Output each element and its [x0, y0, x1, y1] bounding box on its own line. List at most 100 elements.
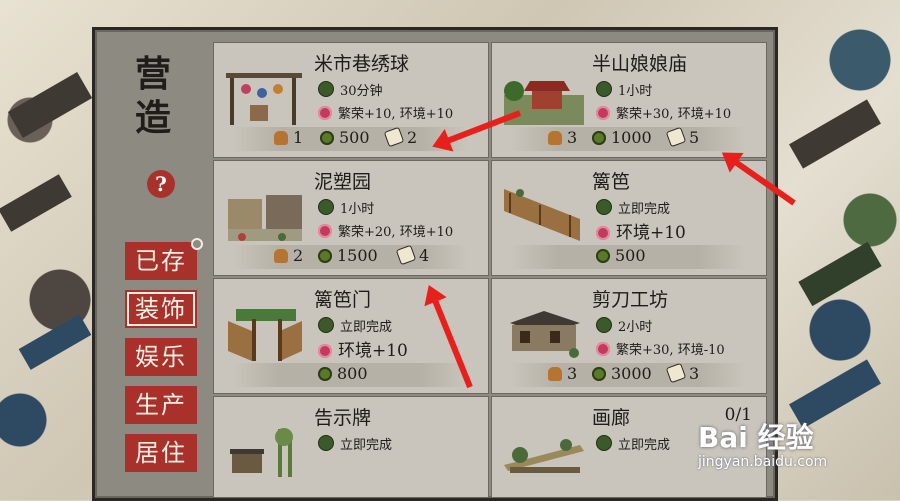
flower-icon [596, 226, 610, 240]
build-time: 1小时 [318, 199, 374, 219]
coin-icon [318, 367, 332, 381]
build-effect-value: 繁荣+30, 环境-10 [616, 343, 725, 358]
coin-icon [318, 249, 332, 263]
build-effect-value: 繁荣+10, 环境+10 [338, 107, 454, 122]
building-card[interactable]: 告示牌 立即完成 [213, 396, 489, 498]
coin-cost-value: 1500 [337, 246, 378, 265]
worker-cost: 2 [274, 245, 303, 267]
building-name: 告示牌 [314, 407, 372, 429]
clock-icon [596, 81, 612, 97]
flower-icon [318, 106, 332, 120]
build-effect: 环境+10 [596, 223, 686, 243]
coin-cost-value: 500 [339, 128, 370, 147]
panel-title: 营造 [134, 53, 171, 139]
embroidered-ball-thumbnail [226, 73, 302, 125]
tool-icon [665, 126, 687, 148]
coin-cost-value: 3000 [611, 364, 652, 383]
tool-cost-value: 2 [407, 128, 418, 147]
build-time: 立即完成 [318, 435, 392, 455]
category-sidebar: 营造 ? 已存 装饰 娱乐 生产 居住 [95, 30, 207, 498]
coin-cost-value: 500 [615, 246, 646, 265]
clock-icon [596, 199, 612, 215]
coin-icon [592, 131, 606, 145]
building-name: 半山娘娘庙 [592, 53, 688, 75]
coin-icon [596, 249, 610, 263]
tab-decoration[interactable]: 装饰 [125, 290, 197, 328]
clock-icon [318, 317, 334, 333]
build-time: 30分钟 [318, 81, 383, 101]
tool-cost-value: 4 [419, 246, 430, 265]
clock-icon [318, 81, 334, 97]
flower-icon [318, 344, 332, 358]
build-time-value: 1小时 [340, 202, 375, 217]
worker-cost-value: 1 [293, 128, 304, 147]
help-button[interactable]: ? [147, 170, 175, 198]
building-grid: 米市巷绣球 30分钟 繁荣+10, 环境+10 1 500 2 半山娘娘庙 1小… [213, 42, 767, 498]
worker-icon [274, 249, 288, 263]
build-time-value: 立即完成 [340, 320, 393, 335]
clock-icon [596, 435, 612, 451]
watermark: Bai 经验 jingyan.baidu.com [698, 416, 827, 470]
coin-icon [592, 367, 606, 381]
building-name: 泥塑园 [314, 171, 372, 193]
building-name: 篱笆门 [314, 289, 372, 311]
coin-cost-value: 1000 [611, 128, 652, 147]
build-time-value: 立即完成 [618, 202, 671, 217]
worker-cost: 3 [548, 363, 577, 385]
build-time: 立即完成 [318, 317, 392, 337]
building-card[interactable]: 半山娘娘庙 1小时 繁荣+30, 环境+10 3 1000 5 [491, 42, 767, 158]
coin-cost: 1500 [318, 245, 378, 267]
construction-panel: 营造 ? 已存 装饰 娱乐 生产 居住 米市巷绣球 30分钟 繁荣+10, 环境… [92, 27, 778, 501]
tool-cost-value: 3 [689, 364, 700, 383]
clock-icon [596, 317, 612, 333]
tab-production-label: 生产 [135, 391, 187, 419]
tool-icon [665, 362, 687, 384]
building-card[interactable]: 泥塑园 1小时 繁荣+20, 环境+10 2 1500 4 [213, 160, 489, 276]
build-effect-value: 环境+10 [616, 223, 686, 243]
tab-entertainment[interactable]: 娱乐 [125, 338, 197, 376]
build-time: 1小时 [596, 81, 652, 101]
build-time-value: 立即完成 [618, 438, 671, 453]
scissors-workshop-thumbnail [510, 311, 580, 358]
coin-icon [320, 131, 334, 145]
fence-gate-thumbnail [228, 309, 302, 361]
clock-icon [318, 199, 334, 215]
tab-entertainment-label: 娱乐 [135, 343, 187, 371]
build-time-value: 2小时 [618, 320, 653, 335]
clock-icon [318, 435, 334, 451]
tool-cost: 4 [395, 244, 430, 267]
worker-cost: 3 [548, 127, 577, 149]
worker-icon [548, 367, 562, 381]
building-card[interactable]: 剪刀工坊 2小时 繁荣+30, 环境-10 3 3000 3 [491, 278, 767, 394]
worker-cost-value: 3 [567, 364, 578, 383]
tool-cost: 5 [665, 126, 699, 149]
worker-cost-value: 3 [567, 128, 578, 147]
watermark-logo: Bai 经验 [698, 421, 814, 454]
build-effect-value: 繁荣+20, 环境+10 [338, 225, 454, 240]
flower-icon [596, 342, 610, 356]
building-name: 米市巷绣球 [314, 53, 410, 75]
build-time: 立即完成 [596, 199, 670, 219]
build-time-value: 1小时 [618, 84, 653, 99]
tool-cost: 3 [665, 362, 700, 385]
build-time: 2小时 [596, 317, 652, 337]
building-card[interactable]: 篱笆 立即完成 环境+10 500 [491, 160, 767, 276]
notification-dot-icon [191, 238, 203, 250]
coin-cost: 500 [320, 127, 370, 149]
tool-cost: 2 [383, 126, 418, 149]
tab-production[interactable]: 生产 [125, 386, 197, 424]
build-effect-value: 环境+10 [338, 341, 408, 361]
build-effect: 繁荣+30, 环境-10 [596, 341, 725, 361]
tab-decoration-label: 装饰 [135, 295, 187, 323]
flower-icon [596, 106, 610, 120]
building-name: 篱笆 [592, 171, 631, 193]
worker-icon [274, 131, 288, 145]
tab-saved[interactable]: 已存 [125, 238, 203, 280]
tool-icon [395, 244, 417, 266]
build-effect-value: 繁荣+30, 环境+10 [616, 107, 732, 122]
clay-garden-thumbnail [228, 195, 302, 241]
tab-residence[interactable]: 居住 [125, 434, 197, 472]
gallery-thumbnail [504, 439, 584, 473]
tab-residence-label: 居住 [135, 439, 187, 467]
coin-cost: 3000 [592, 363, 652, 385]
